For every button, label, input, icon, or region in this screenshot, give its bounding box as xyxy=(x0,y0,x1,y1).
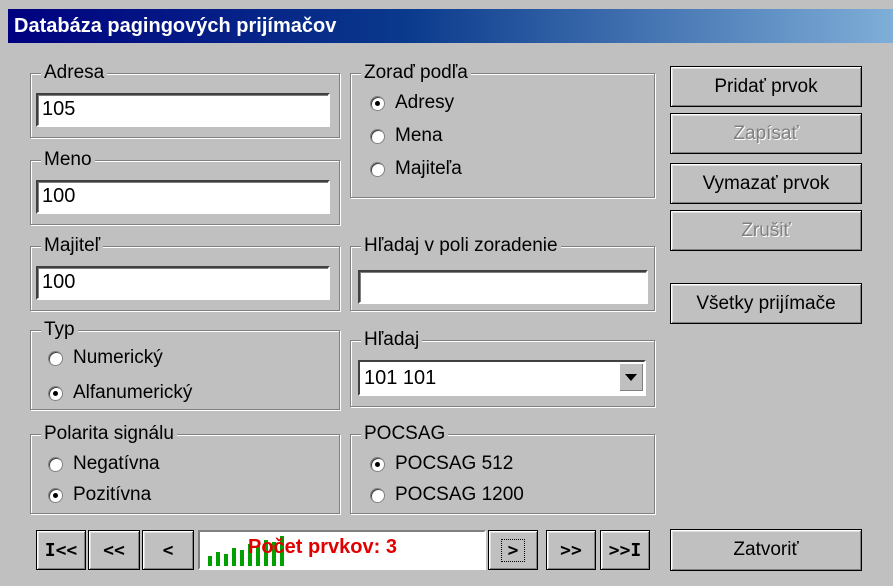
radio-icon xyxy=(48,456,63,472)
radio-icon xyxy=(370,161,385,177)
vsetky-prijimace-button[interactable]: Všetky prijímače xyxy=(670,283,862,324)
zatvorit-button[interactable]: Zatvoriť xyxy=(670,529,862,571)
chevron-down-icon[interactable] xyxy=(619,363,643,391)
meno-input[interactable]: 100 xyxy=(36,180,330,214)
radio-checked-icon xyxy=(48,385,63,401)
pocsag-512-label: POCSAG 512 xyxy=(395,453,514,474)
next-record-label: > xyxy=(500,538,526,562)
vymazat-prvok-button[interactable]: Vymazať prvok xyxy=(670,163,862,204)
signal-bar xyxy=(224,554,228,566)
window-title: Databáza pagingových prijímačov xyxy=(8,9,893,43)
meno-label: Meno xyxy=(41,148,95,172)
radio-icon xyxy=(48,350,63,366)
record-count: Počet prvkov: 3 xyxy=(248,536,397,558)
polarita-label: Polarita signálu xyxy=(41,422,177,446)
typ-numericky-label: Numerický xyxy=(73,347,163,368)
pocsag-1200-radio[interactable]: POCSAG 1200 xyxy=(370,483,524,507)
record-status-panel: Počet prvkov: 3 xyxy=(198,530,486,570)
first-record-button[interactable]: I<< xyxy=(36,530,86,570)
zoradit-majitela-label: Majiteľa xyxy=(395,158,462,179)
polarita-pozitivna-radio[interactable]: Pozitívna xyxy=(48,483,151,507)
adresa-label: Adresa xyxy=(41,61,108,85)
zapisat-button[interactable]: Zapísať xyxy=(670,113,862,154)
polarita-pozitivna-label: Pozitívna xyxy=(73,484,152,505)
majitel-label: Majiteľ xyxy=(41,234,104,258)
next-record-button[interactable]: > xyxy=(488,530,538,570)
hladaj-select[interactable]: 101 101 xyxy=(358,360,646,396)
typ-alfanumericky-radio[interactable]: Alfanumerický xyxy=(48,381,192,405)
hladaj-selected-value: 101 101 xyxy=(364,367,437,389)
signal-bar xyxy=(208,556,212,566)
majitel-input[interactable]: 100 xyxy=(36,266,330,300)
database-window: Databáza pagingových prijímačov Adresa 1… xyxy=(0,0,893,586)
zoradit-label: Zoraď podľa xyxy=(361,61,471,85)
zoradit-mena-radio[interactable]: Mena xyxy=(370,124,443,148)
zoradit-adresy-radio[interactable]: Adresy xyxy=(370,91,454,115)
hladaj-pole-input[interactable] xyxy=(358,270,648,304)
typ-alfanumericky-label: Alfanumerický xyxy=(73,382,193,403)
zrusit-button[interactable]: Zrušiť xyxy=(670,210,862,251)
signal-bar xyxy=(240,550,244,566)
zoradit-adresy-label: Adresy xyxy=(395,92,455,113)
zoradit-majitela-radio[interactable]: Majiteľa xyxy=(370,157,462,181)
pocsag-1200-label: POCSAG 1200 xyxy=(395,484,524,505)
radio-checked-icon xyxy=(48,487,63,503)
hladaj-label: Hľadaj xyxy=(361,328,423,352)
typ-numericky-radio[interactable]: Numerický xyxy=(48,346,163,370)
prev-record-button[interactable]: < xyxy=(142,530,194,570)
radio-checked-icon xyxy=(370,95,385,111)
radio-checked-icon xyxy=(370,456,385,472)
typ-label: Typ xyxy=(41,318,78,342)
next-page-button[interactable]: >> xyxy=(546,530,596,570)
pocsag-512-radio[interactable]: POCSAG 512 xyxy=(370,452,513,476)
signal-bar xyxy=(216,552,220,566)
pocsag-label: POCSAG xyxy=(361,422,449,446)
prev-page-button[interactable]: << xyxy=(88,530,140,570)
last-record-button[interactable]: >>I xyxy=(600,530,650,570)
adresa-input[interactable]: 105 xyxy=(36,93,330,127)
signal-bar xyxy=(232,548,236,566)
polarita-negativna-radio[interactable]: Negatívna xyxy=(48,452,160,476)
hladaj-pole-label: Hľadaj v poli zoradenie xyxy=(361,234,561,258)
radio-icon xyxy=(370,487,385,503)
radio-icon xyxy=(370,128,385,144)
pridat-prvok-button[interactable]: Pridať prvok xyxy=(670,66,862,107)
polarita-negativna-label: Negatívna xyxy=(73,453,160,474)
zoradit-mena-label: Mena xyxy=(395,125,443,146)
